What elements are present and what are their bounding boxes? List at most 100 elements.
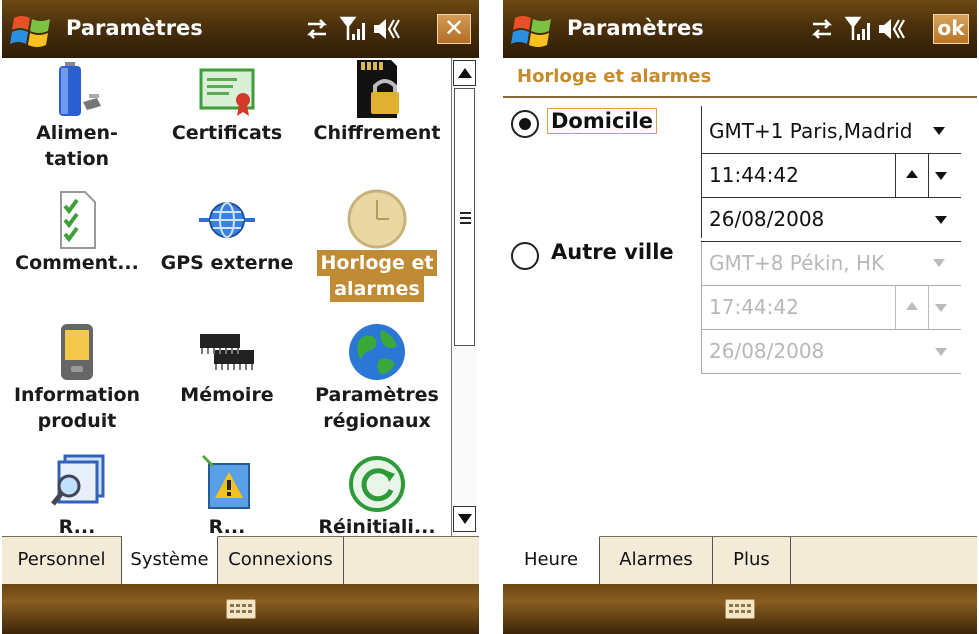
settings-item-label: Mémoire	[180, 384, 274, 406]
encryption-lock-icon	[357, 60, 399, 118]
settings-item-label: Paramètres	[315, 384, 439, 406]
visiting-timezone-value: GMT+8 Pékin, HK	[709, 251, 885, 275]
signal-icon	[339, 16, 365, 40]
volume-icon	[879, 19, 905, 39]
settings-item-external-gps[interactable]: GPS externe	[152, 188, 302, 276]
settings-icon-grid: Alimen- tation Certificats Chiffrement C…	[2, 58, 451, 536]
chevron-down-icon	[935, 304, 947, 312]
close-button[interactable]: ✕	[437, 14, 471, 44]
windows-start-icon[interactable]	[511, 12, 555, 50]
ok-button[interactable]: ok	[933, 14, 969, 44]
settings-item-product-info[interactable]: Information produit	[2, 320, 152, 434]
tab-personnel[interactable]: Personnel	[2, 537, 122, 584]
settings-item-reset[interactable]: Réinitiali...	[302, 452, 451, 536]
scroll-down-button[interactable]	[453, 506, 476, 532]
home-date-field[interactable]: 26/08/2008	[701, 198, 961, 242]
radio-visiting[interactable]	[511, 242, 539, 270]
keyboard-icon[interactable]	[226, 599, 256, 619]
tab-connexions[interactable]: Connexions	[218, 537, 344, 584]
settings-system-screen: Paramètres ✕ Alimen- tation Certificats …	[2, 0, 479, 634]
title-bar: Paramètres ok	[503, 0, 977, 58]
settings-item-label: R...	[58, 516, 96, 536]
settings-item-label: tation	[44, 148, 110, 170]
settings-item-task-manager[interactable]: R...	[2, 452, 152, 536]
visiting-time-value: 17:44:42	[709, 295, 799, 319]
clock-form: Domicile GMT+1 Paris,Madrid 11:44:42 26/…	[503, 98, 977, 536]
task-manager-icon	[51, 454, 105, 506]
status-icons	[811, 16, 905, 40]
vertical-scrollbar[interactable]	[451, 58, 477, 536]
tab-systeme[interactable]: Système	[122, 536, 218, 584]
radio-home-label[interactable]: Domicile	[547, 108, 658, 134]
settings-item-memory[interactable]: Mémoire	[152, 320, 302, 408]
settings-item-encryption[interactable]: Chiffrement	[302, 58, 451, 146]
volume-icon	[374, 19, 400, 39]
settings-item-label: produit	[37, 410, 117, 432]
home-date-value: 26/08/2008	[709, 207, 825, 231]
tab-heure[interactable]: Heure	[503, 536, 600, 584]
settings-item-comments[interactable]: Comment...	[2, 188, 152, 276]
reset-icon	[349, 456, 405, 512]
windows-start-icon[interactable]	[10, 12, 54, 50]
gps-globe-icon	[199, 202, 255, 238]
chevron-down-icon	[935, 216, 947, 224]
settings-item-error-reporting[interactable]: R...	[152, 452, 302, 536]
visiting-time-field: 17:44:42	[701, 286, 961, 330]
settings-item-label: R...	[208, 516, 246, 536]
time-spinner	[895, 286, 929, 330]
page-header: Horloge et alarmes	[503, 58, 977, 98]
visiting-timezone-select: GMT+8 Pékin, HK	[701, 242, 961, 286]
settings-item-regional-settings[interactable]: Paramètres régionaux	[302, 320, 451, 434]
settings-item-label: Horloge et	[316, 250, 438, 276]
connectivity-icon	[306, 19, 328, 39]
window-title: Paramètres	[567, 16, 704, 40]
clock-settings-screen: Paramètres ok Horloge et alarmes Domicil…	[503, 0, 977, 634]
settings-item-label: régionaux	[323, 410, 431, 432]
home-timezone-value: GMT+1 Paris,Madrid	[709, 119, 913, 143]
chevron-down-icon	[935, 172, 947, 180]
home-time-field[interactable]: 11:44:42	[701, 154, 961, 198]
chevron-down-icon	[935, 348, 947, 356]
chevron-down-icon	[933, 259, 945, 267]
device-icon	[61, 324, 93, 380]
tab-bar: Heure Alarmes Plus	[503, 536, 977, 584]
signal-icon	[844, 16, 870, 40]
settings-item-label: Réinitiali...	[318, 516, 436, 536]
scroll-up-button[interactable]	[453, 60, 476, 86]
soft-key-bar	[503, 584, 977, 634]
radio-visiting-label[interactable]: Autre ville	[551, 240, 674, 264]
settings-item-clock-alarms[interactable]: Horloge et alarmes	[302, 188, 451, 302]
settings-item-label: Certificats	[171, 122, 283, 144]
visiting-date-field: 26/08/2008	[701, 330, 961, 374]
settings-item-label: Chiffrement	[313, 122, 441, 144]
home-timezone-select[interactable]: GMT+1 Paris,Madrid	[701, 110, 961, 154]
tab-plus[interactable]: Plus	[713, 537, 791, 584]
radio-home[interactable]	[511, 110, 539, 138]
title-bar: Paramètres ✕	[2, 0, 479, 58]
spin-up-icon	[906, 302, 918, 310]
chevron-down-icon	[933, 127, 945, 135]
connectivity-icon	[811, 19, 833, 39]
visiting-date-value: 26/08/2008	[709, 339, 825, 363]
scroll-thumb[interactable]	[454, 88, 475, 346]
settings-item-label: alarmes	[330, 276, 424, 302]
settings-item-label: Alimen-	[36, 122, 118, 144]
home-time-value: 11:44:42	[709, 163, 799, 187]
settings-item-power[interactable]: Alimen- tation	[2, 58, 152, 172]
clock-icon	[347, 189, 407, 249]
status-icons	[306, 16, 400, 40]
checklist-icon	[60, 191, 96, 249]
settings-item-certificates[interactable]: Certificats	[152, 58, 302, 146]
certificate-icon	[199, 68, 255, 116]
memory-chip-icon	[200, 334, 254, 370]
time-spinner[interactable]	[895, 154, 929, 198]
settings-item-label: Comment...	[15, 252, 139, 274]
page-title: Horloge et alarmes	[517, 66, 712, 87]
tab-bar: Personnel Système Connexions	[2, 536, 479, 584]
arrow-down-icon	[457, 514, 472, 524]
soft-key-bar	[2, 584, 479, 634]
arrow-up-icon	[457, 68, 472, 78]
tab-alarmes[interactable]: Alarmes	[600, 537, 713, 584]
keyboard-icon[interactable]	[725, 599, 755, 619]
world-globe-icon	[349, 324, 405, 380]
